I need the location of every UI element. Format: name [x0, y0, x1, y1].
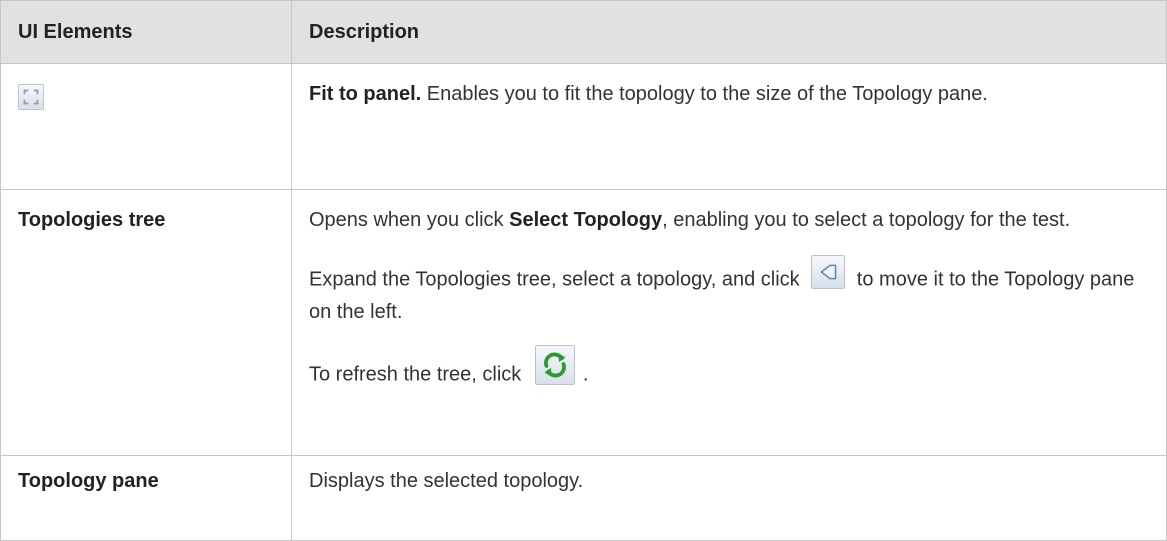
table-row: Fit to panel. Enables you to fit the top… [0, 63, 1167, 190]
text-segment: Expand the Topologies tree, select a top… [309, 268, 806, 291]
text-segment: Opens when you click [309, 209, 510, 231]
element-cell [0, 63, 292, 190]
header-description: Description [291, 0, 1167, 64]
refresh-icon [534, 345, 575, 385]
ui-elements-table: UI Elements Description Fit to panel. En… [0, 0, 1167, 541]
description-cell: Opens when you click Select Topology, en… [291, 189, 1167, 456]
fit-to-panel-description: Enables you to fit the topology to the s… [421, 83, 988, 105]
text-segment: To refresh the tree, click [309, 363, 527, 386]
header-ui-elements: UI Elements [0, 0, 292, 64]
description-paragraph-3: To refresh the tree, click . [309, 345, 1149, 395]
move-left-arrow-icon [811, 255, 846, 289]
description-paragraph-1: Opens when you click Select Topology, en… [309, 205, 1149, 235]
fit-to-panel-icon [18, 83, 44, 110]
text-segment: , enabling you to select a topology for … [662, 209, 1071, 231]
fit-to-panel-label: Fit to panel. [309, 83, 422, 105]
text-segment: . [582, 363, 589, 386]
description-text: Fit to panel. Enables you to fit the top… [309, 79, 1149, 109]
table-header-row: UI Elements Description [0, 0, 1167, 64]
element-cell: Topologies tree [0, 189, 292, 456]
description-paragraph-2: Expand the Topologies tree, select a top… [309, 255, 1149, 327]
select-topology-label: Select Topology [509, 209, 663, 231]
element-cell: Topology pane [0, 455, 292, 541]
description-cell: Fit to panel. Enables you to fit the top… [291, 63, 1167, 190]
description-cell: Displays the selected topology. [291, 455, 1167, 541]
table-row: Topologies tree Opens when you click Sel… [0, 189, 1167, 456]
table-row: Topology pane Displays the selected topo… [0, 455, 1167, 541]
